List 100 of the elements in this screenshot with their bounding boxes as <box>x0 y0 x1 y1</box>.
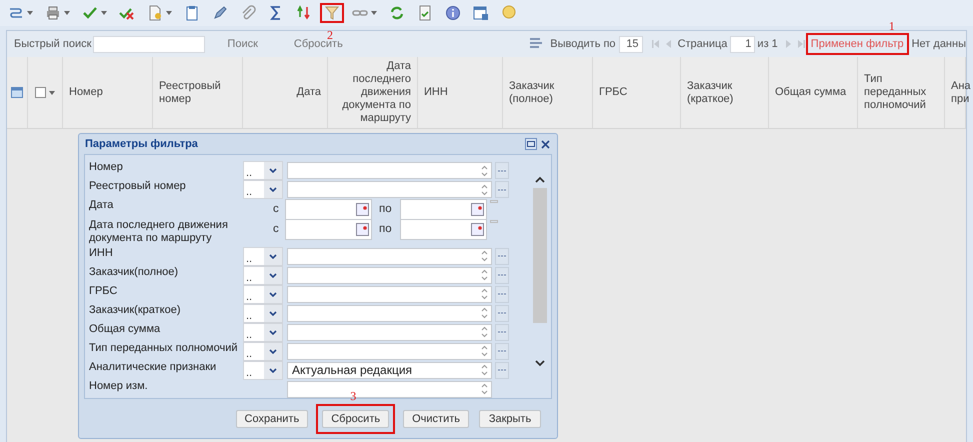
column-header[interactable]: Тип переданных полномочий <box>864 73 938 112</box>
column-header[interactable]: ГРБС <box>599 86 628 99</box>
printer-icon <box>45 5 61 21</box>
chevron-down-icon <box>269 310 277 316</box>
spinner-icon <box>481 288 488 300</box>
dialog-button[interactable]: Очистить <box>401 408 471 430</box>
field-label: Заказчик(полное) <box>89 266 180 279</box>
spinner-icon <box>481 345 488 358</box>
quick-search-field[interactable] <box>93 36 206 52</box>
date-field[interactable] <box>400 219 487 240</box>
input-field[interactable] <box>287 266 492 284</box>
column-header[interactable]: Дата <box>296 86 321 99</box>
annotation-number: 2 <box>327 29 333 41</box>
dialog-button[interactable]: Сохранить <box>234 408 310 430</box>
caret-icon <box>27 11 33 15</box>
chevron-down-icon <box>269 168 277 173</box>
input-field[interactable] <box>287 342 492 360</box>
spinner-icon <box>481 250 488 262</box>
operator-dropdown[interactable]: .. <box>243 322 283 342</box>
column-header[interactable]: ИНН <box>424 86 448 99</box>
spinner-icon <box>481 307 488 320</box>
chevron-down-icon <box>269 272 277 278</box>
ellipsis-button[interactable] <box>495 342 509 360</box>
from-label: с <box>273 222 280 237</box>
ellipsis-button[interactable] <box>495 181 509 198</box>
table-icon <box>11 87 24 98</box>
search-button[interactable]: Поиск <box>227 36 258 52</box>
field-label: ИНН <box>89 246 114 260</box>
ellipsis-button[interactable] <box>495 362 509 379</box>
ellipsis-button[interactable] <box>495 162 509 179</box>
ellipsis-button[interactable] <box>495 286 509 303</box>
dialog-button[interactable]: Закрыть <box>477 408 543 430</box>
column-header[interactable]: Номер <box>69 86 103 99</box>
next-last-icon <box>784 39 806 49</box>
input-field[interactable] <box>287 162 492 179</box>
column-header[interactable]: Заказчик (полное) <box>509 80 586 106</box>
date-field[interactable] <box>285 219 372 240</box>
filter-applied-status: Применен фильтр <box>806 32 909 56</box>
operator-dropdown[interactable]: .. <box>243 360 283 380</box>
quick-search-label: Быстрый поиск <box>14 36 92 52</box>
maximize-button[interactable] <box>525 138 537 150</box>
chevron-down-icon <box>269 348 277 354</box>
from-label: с <box>273 202 280 217</box>
dialog-button[interactable]: Сбросить <box>316 404 396 434</box>
operator-dropdown[interactable]: .. <box>243 266 283 285</box>
to-label: по <box>379 202 393 217</box>
column-header[interactable]: Ана при <box>951 80 971 106</box>
column-header[interactable]: Реестровый номер <box>159 80 236 106</box>
toolbar-button[interactable] <box>320 3 344 23</box>
field-label: Дата <box>89 199 114 212</box>
close-button[interactable] <box>539 138 551 150</box>
column-header[interactable]: Заказчик (краткое) <box>687 80 762 106</box>
date-field[interactable] <box>285 199 372 220</box>
info-icon <box>445 5 461 21</box>
select-all-checkbox[interactable] <box>35 87 46 98</box>
spinner-icon <box>481 164 488 176</box>
column-header[interactable]: Дата последнего движения документа по маршруту <box>334 60 411 125</box>
operator-dropdown[interactable]: .. <box>243 342 283 361</box>
field-label: Номер <box>89 161 124 174</box>
spinner-icon <box>481 269 488 282</box>
column-header[interactable]: Общая сумма <box>775 86 846 99</box>
operator-dropdown[interactable]: .. <box>243 246 283 266</box>
ellipsis-button[interactable] <box>495 248 509 265</box>
operator-dropdown[interactable]: .. <box>243 161 283 180</box>
ellipsis-button[interactable] <box>495 266 509 284</box>
chevron-down-icon <box>269 292 277 297</box>
field-label: Номер изм. <box>89 380 149 393</box>
operator-dropdown[interactable]: .. <box>243 180 283 199</box>
spinner-icon <box>481 383 488 396</box>
document-check-icon <box>417 5 433 21</box>
scroll-down-icon <box>535 360 545 367</box>
caret-icon <box>166 11 172 15</box>
dots-icon <box>498 255 506 258</box>
spinner-icon <box>481 184 488 196</box>
page-count: из 1 <box>757 36 778 52</box>
ellipsis-button[interactable] <box>495 304 509 322</box>
dots-icon <box>498 312 506 314</box>
maximize-icon <box>527 141 535 147</box>
input-field[interactable] <box>287 248 492 265</box>
ellipsis-button[interactable] <box>495 324 509 341</box>
caret-icon <box>49 90 56 94</box>
page-label: Страница <box>678 36 728 52</box>
page-field[interactable]: 1 <box>730 36 756 52</box>
per-page-field[interactable]: 15 <box>618 36 643 52</box>
operator-dropdown[interactable]: .. <box>243 304 283 323</box>
spinner-icon <box>481 364 488 376</box>
operator-dropdown[interactable]: .. <box>243 284 283 304</box>
input-field[interactable] <box>287 324 492 341</box>
route-icon <box>8 5 24 21</box>
input-field[interactable] <box>287 304 492 322</box>
chevron-down-icon <box>269 187 277 192</box>
caret-icon <box>371 11 377 15</box>
annotation-number: 1 <box>888 20 895 32</box>
paperclip-icon <box>240 5 256 21</box>
input-field[interactable] <box>287 181 492 198</box>
date-field[interactable] <box>400 199 487 220</box>
dots-icon <box>498 293 506 296</box>
field-label: Общая сумма <box>89 322 162 336</box>
input-field[interactable] <box>287 286 492 303</box>
input-field[interactable]: Актуальная редакция <box>287 362 492 379</box>
